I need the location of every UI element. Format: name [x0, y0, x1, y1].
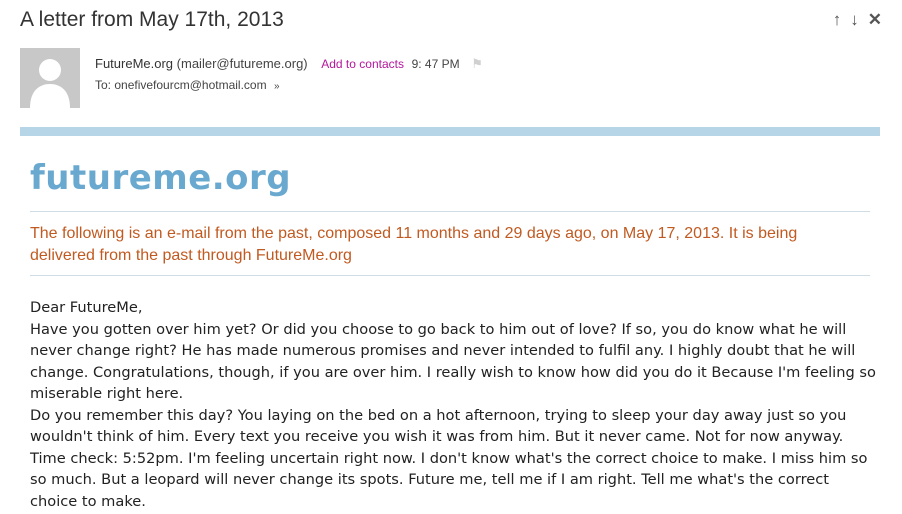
sender-email: (mailer@futureme.org) — [176, 56, 308, 71]
chevron-down-icon[interactable]: » — [274, 81, 280, 92]
sender-line: FutureMe.org (mailer@futureme.org) Add t… — [95, 56, 483, 72]
recipient-text: To: onefivefourcm@hotmail.com — [95, 78, 267, 92]
divider — [30, 211, 870, 212]
avatar — [20, 48, 80, 108]
greeting: Dear FutureMe, — [30, 299, 143, 316]
message-nav: ↑ ↓ ✕ — [833, 10, 882, 30]
flag-icon[interactable]: ⚑ — [471, 56, 483, 71]
futureme-logo: futureme.org — [30, 158, 292, 198]
body-paragraph: Have you gotten over him yet? Or did you… — [30, 320, 876, 403]
arrow-up-icon[interactable]: ↑ — [833, 10, 842, 30]
email-body: Dear FutureMe, Have you gotten over him … — [30, 297, 880, 512]
sent-time: 9: 47 PM — [411, 57, 460, 71]
delivery-notice: The following is an e-mail from the past… — [30, 225, 798, 264]
header-accent-bar — [20, 127, 880, 136]
sender-name: FutureMe.org — [95, 56, 174, 71]
avatar-silhouette-icon — [20, 48, 80, 108]
add-to-contacts-link[interactable]: Add to contacts — [321, 57, 404, 71]
close-icon[interactable]: ✕ — [868, 10, 882, 30]
divider — [30, 275, 870, 276]
email-subject: A letter from May 17th, 2013 — [20, 8, 284, 31]
body-paragraph: Do you remember this day? You laying on … — [30, 406, 868, 510]
recipient-line: To: onefivefourcm@hotmail.com » — [95, 78, 280, 92]
arrow-down-icon[interactable]: ↓ — [850, 10, 859, 30]
